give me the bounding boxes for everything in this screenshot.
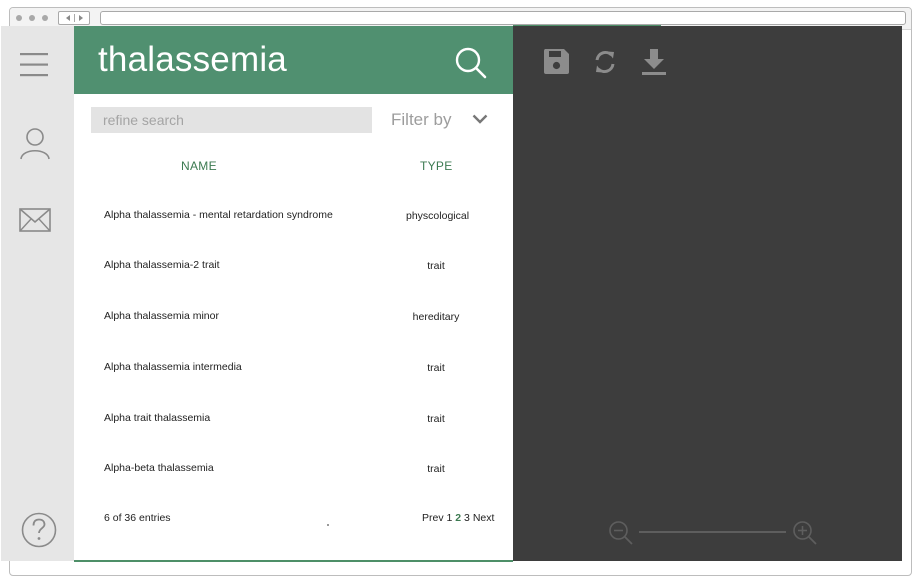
row-type: trait — [427, 463, 445, 475]
zoom-in-icon[interactable] — [792, 520, 818, 546]
column-header-type[interactable]: TYPE — [420, 159, 453, 173]
row-type: trait — [427, 362, 445, 374]
zoom-slider[interactable] — [639, 531, 786, 533]
table-row[interactable]: Alpha thalassemia-2 trait trait — [74, 248, 513, 298]
row-type: physcological — [406, 210, 470, 222]
table-row[interactable]: Alpha trait thalassemia trait — [74, 401, 513, 451]
forward-arrow-icon[interactable] — [79, 15, 83, 21]
row-name: Alpha thalassemia intermedia — [104, 361, 242, 373]
url-bar[interactable] — [100, 11, 906, 25]
search-icon[interactable] — [454, 46, 488, 80]
user-icon[interactable] — [19, 126, 51, 160]
chevron-down-icon[interactable] — [472, 114, 488, 124]
window-dot[interactable] — [29, 15, 35, 21]
pager-prev[interactable]: Prev — [422, 512, 444, 524]
refine-search-input[interactable] — [91, 107, 372, 133]
pager-next[interactable]: Next — [473, 512, 495, 524]
download-icon[interactable] — [641, 48, 667, 76]
back-forward-buttons[interactable] — [58, 11, 90, 25]
row-name: Alpha thalassemia minor — [104, 310, 219, 322]
pagination: Prev 1 2 3 Next — [422, 512, 494, 524]
search-header: thalassemia — [74, 26, 513, 94]
row-name: Alpha trait thalassemia — [104, 412, 211, 424]
save-icon[interactable] — [543, 48, 570, 75]
pager-page-current[interactable]: 2 — [455, 512, 461, 524]
filter-by-dropdown[interactable]: Filter by — [391, 110, 451, 130]
window-dot[interactable] — [16, 15, 22, 21]
entries-count: 6 of 36 entries — [104, 512, 171, 524]
mail-icon[interactable] — [19, 208, 51, 232]
results-panel: thalassemia Filter by NAME TYPE Alpha th… — [74, 26, 513, 561]
back-arrow-icon[interactable] — [66, 15, 70, 21]
row-type: trait — [427, 260, 445, 272]
pager-page[interactable]: 1 — [447, 512, 453, 524]
refresh-icon[interactable] — [592, 48, 618, 76]
column-header-name[interactable]: NAME — [181, 159, 217, 173]
table-row[interactable]: Alpha thalassemia intermedia trait — [74, 350, 513, 400]
row-name: Alpha thalassemia-2 trait — [104, 259, 220, 271]
table-row[interactable]: Alpha thalassemia - mental retardation s… — [74, 198, 513, 248]
window-dot[interactable] — [42, 15, 48, 21]
table-row[interactable]: Alpha-beta thalassemia trait — [74, 451, 513, 501]
help-icon[interactable] — [21, 512, 57, 548]
zoom-out-icon[interactable] — [608, 520, 634, 546]
page-title: thalassemia — [98, 40, 287, 79]
row-name: Alpha-beta thalassemia — [104, 462, 214, 474]
row-name: Alpha thalassemia - mental retardation s… — [104, 209, 333, 221]
row-type: hereditary — [412, 311, 460, 323]
menu-icon[interactable] — [19, 51, 49, 79]
row-type: trait — [427, 413, 445, 425]
left-rail — [1, 26, 74, 561]
table-row[interactable]: Alpha thalassemia minor hereditary — [74, 299, 513, 349]
viewer-panel — [513, 26, 902, 561]
pager-page[interactable]: 3 — [464, 512, 470, 524]
